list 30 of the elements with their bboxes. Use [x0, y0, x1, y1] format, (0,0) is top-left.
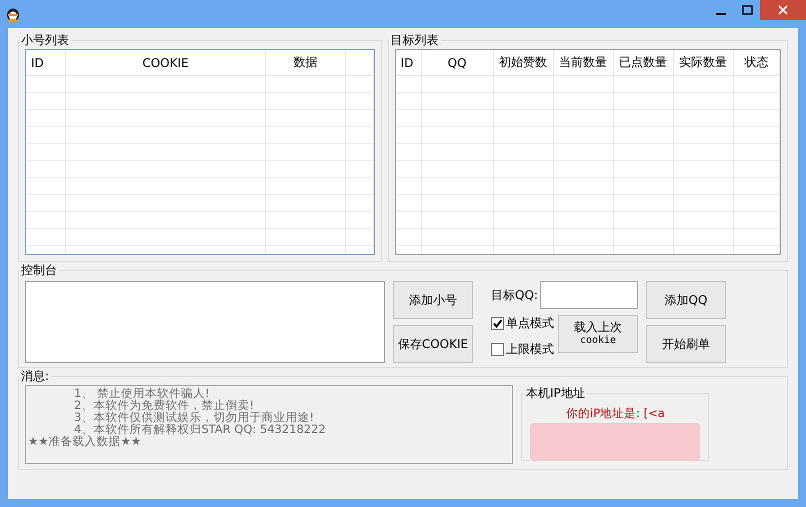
message-line: ★★准备载入数据★★ — [28, 435, 142, 447]
account-list[interactable]: ID COOKIE 数据 — [25, 49, 375, 255]
checkbox-label: 单点模式 — [506, 314, 554, 332]
start-button[interactable]: 开始刷单 — [646, 325, 726, 363]
maximize-icon — [742, 5, 752, 15]
message-line: 1、 禁止使用本软件骗人! — [73, 387, 210, 399]
message-line: 4、本软件所有解释权归STAR QQ: 543218222 — [74, 423, 327, 435]
minimize-icon — [716, 13, 726, 15]
target-qq-field[interactable] — [540, 281, 638, 309]
close-icon — [778, 5, 788, 15]
checkbox[interactable] — [491, 342, 504, 356]
group-title: 消息: — [20, 368, 50, 385]
message-line: 3、本软件仅供测试娱乐，切勿用于商业用途! — [73, 411, 315, 423]
load-last-cookie-button[interactable]: 载入上次 cookie — [558, 315, 638, 353]
checkbox-label: 上限模式 — [506, 340, 554, 358]
group-title: 控制台 — [20, 262, 58, 279]
message-line: 2、本软件为免费软件，禁止倒卖! — [73, 399, 255, 411]
group-title: 本机IP地址 — [525, 385, 586, 402]
penguin-icon — [6, 6, 20, 22]
add-account-button[interactable]: 添加小号 — [393, 281, 473, 319]
close-button[interactable] — [760, 0, 806, 20]
group-title: 目标列表 — [390, 32, 440, 49]
console-area[interactable] — [25, 281, 385, 363]
ip-address-text: 你的iP地址是: [<a — [565, 406, 666, 421]
target-qq-label: 目标QQ: — [491, 286, 538, 304]
checkbox[interactable] — [491, 316, 504, 330]
group-title: 小号列表 — [20, 32, 70, 49]
save-cookie-button[interactable]: 保存COOKIE — [393, 325, 473, 363]
target-list[interactable]: ID QQ 初始赞数 当前数量 已点数量 实际数量 状态 — [394, 49, 781, 255]
add-qq-button[interactable]: 添加QQ — [646, 281, 726, 319]
